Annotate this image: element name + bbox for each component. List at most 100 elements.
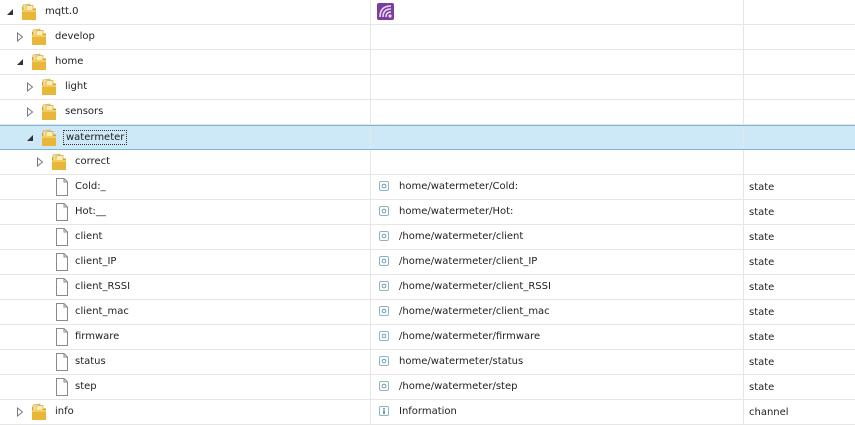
tree-row[interactable]: step/home/watermeter/step state (0, 375, 855, 400)
type-cell (743, 150, 855, 174)
node-label[interactable]: step (75, 381, 97, 392)
object-type-text: state (749, 382, 775, 393)
node-label[interactable]: client_IP (75, 256, 116, 267)
collapse-arrow-icon[interactable] (5, 7, 15, 17)
node-label[interactable]: status (75, 356, 106, 367)
node-label[interactable]: info (55, 406, 74, 417)
type-cell: channel (743, 400, 855, 424)
folder-icon (22, 3, 36, 20)
type-cell: state (743, 250, 855, 274)
name-cell: light (0, 75, 370, 99)
id-cell (370, 150, 743, 174)
node-label[interactable]: develop (55, 31, 95, 42)
tree-row[interactable]: client_mac/home/watermeter/client_mac sta… (0, 300, 855, 325)
tree-row[interactable]: watermeter (0, 125, 855, 150)
id-cell: /home/watermeter/client_RSSI (370, 275, 743, 299)
folder-icon (32, 53, 46, 70)
folder-icon (52, 153, 66, 170)
folder-icon (42, 103, 56, 120)
expand-arrow-icon[interactable] (25, 82, 35, 92)
file-icon (56, 378, 68, 396)
object-tree-grid: mqtt.0 develop home light sensors watermeter c… (0, 0, 855, 425)
node-label[interactable]: Cold:_ (75, 181, 106, 192)
object-type-text: state (749, 182, 775, 193)
type-cell: state (743, 175, 855, 199)
expand-arrow-icon[interactable] (15, 407, 25, 417)
tree-row[interactable]: develop (0, 25, 855, 50)
object-type-text: state (749, 207, 775, 218)
tree-row[interactable]: client_IP/home/watermeter/client_IP state (0, 250, 855, 275)
object-id-text: /home/watermeter/client_mac (399, 306, 550, 317)
type-cell: state (743, 200, 855, 224)
expand-arrow-icon[interactable] (15, 32, 25, 42)
name-cell: client_mac (0, 300, 370, 324)
object-type-text: channel (749, 407, 789, 418)
file-icon (56, 353, 68, 371)
tree-row[interactable]: sensors (0, 100, 855, 125)
id-cell: /home/watermeter/step (370, 375, 743, 399)
name-cell: client_RSSI (0, 275, 370, 299)
collapse-arrow-icon[interactable] (15, 57, 25, 67)
adapter-logo-icon (377, 3, 394, 20)
folder-icon (42, 129, 56, 146)
object-type-text: state (749, 307, 775, 318)
id-cell: /home/watermeter/client_IP (370, 250, 743, 274)
state-icon (379, 281, 389, 291)
node-label[interactable]: correct (75, 156, 110, 167)
name-cell: mqtt.0 (0, 0, 370, 24)
name-cell: sensors (0, 100, 370, 124)
collapse-arrow-icon[interactable] (25, 133, 35, 143)
tree-row[interactable]: firmware/home/watermeter/firmware state (0, 325, 855, 350)
id-cell (370, 25, 743, 49)
state-icon (379, 356, 389, 366)
file-icon (56, 203, 68, 221)
name-cell: info (0, 400, 370, 424)
id-cell: home/watermeter/Hot: (370, 200, 743, 224)
node-label[interactable]: Hot:__ (75, 206, 106, 217)
tree-row[interactable]: info Information channel (0, 400, 855, 425)
id-cell (370, 50, 743, 74)
state-icon (379, 206, 389, 216)
name-cell: step (0, 375, 370, 399)
expand-arrow-icon[interactable] (25, 107, 35, 117)
object-id-text: home/watermeter/Cold: (399, 181, 519, 192)
name-cell: watermeter (0, 126, 370, 149)
tree-row[interactable]: Hot:__ home/watermeter/Hot: state (0, 200, 855, 225)
folder-icon (42, 78, 56, 95)
node-label[interactable]: sensors (65, 106, 103, 117)
tree-row[interactable]: Cold:_ home/watermeter/Cold: state (0, 175, 855, 200)
type-cell: state (743, 325, 855, 349)
file-icon (56, 253, 68, 271)
node-label[interactable]: client_RSSI (75, 281, 130, 292)
id-cell: home/watermeter/status (370, 350, 743, 374)
id-cell (370, 0, 743, 24)
node-label[interactable]: light (65, 81, 87, 92)
tree-row[interactable]: status home/watermeter/status state (0, 350, 855, 375)
info-icon (379, 406, 389, 416)
tree-row[interactable]: client_RSSI/home/watermeter/client_RSSI s… (0, 275, 855, 300)
object-id-text: Information (399, 406, 457, 417)
node-label[interactable]: home (55, 56, 83, 67)
node-label[interactable]: firmware (75, 331, 119, 342)
id-cell: /home/watermeter/client_mac (370, 300, 743, 324)
object-id-text: /home/watermeter/step (399, 381, 518, 392)
tree-row[interactable]: client/home/watermeter/client state (0, 225, 855, 250)
node-label[interactable]: mqtt.0 (45, 6, 78, 17)
node-label[interactable]: client (75, 231, 102, 242)
type-cell (743, 0, 855, 24)
id-cell: home/watermeter/Cold: (370, 175, 743, 199)
file-icon (56, 328, 68, 346)
type-cell: state (743, 375, 855, 399)
expand-arrow-icon[interactable] (35, 157, 45, 167)
state-icon (379, 381, 389, 391)
id-cell: Information (370, 400, 743, 424)
tree-row[interactable]: mqtt.0 (0, 0, 855, 25)
id-cell (370, 126, 743, 149)
type-cell (743, 75, 855, 99)
node-label[interactable]: watermeter (62, 130, 128, 145)
node-label[interactable]: client_mac (75, 306, 129, 317)
tree-row[interactable]: correct (0, 150, 855, 175)
tree-row[interactable]: home (0, 50, 855, 75)
name-cell: status (0, 350, 370, 374)
tree-row[interactable]: light (0, 75, 855, 100)
